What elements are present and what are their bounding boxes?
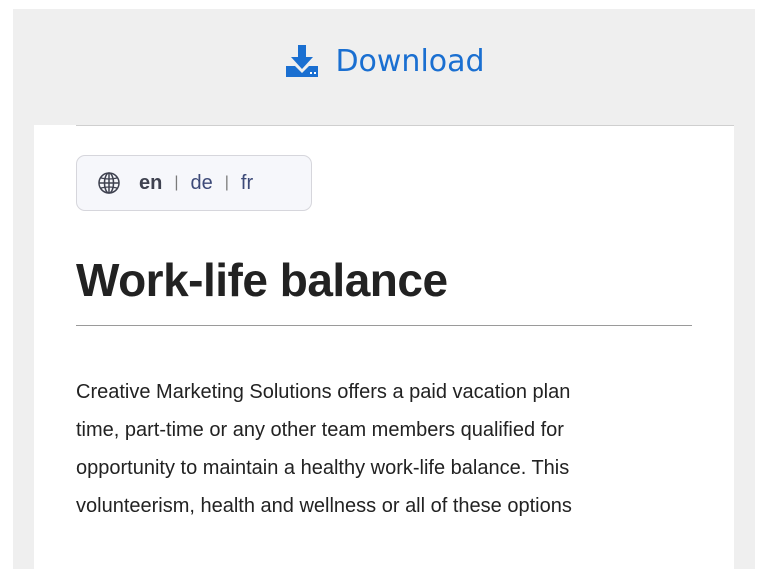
download-bar: Download	[13, 9, 755, 123]
title-divider	[76, 325, 692, 326]
download-icon	[286, 45, 319, 77]
article-body: Creative Marketing Solutions offers a pa…	[76, 373, 692, 525]
top-divider	[76, 125, 734, 126]
language-option-de[interactable]: de	[191, 172, 213, 195]
language-switcher: en | de | fr	[76, 155, 312, 211]
document-page: en | de | fr Work-life balance Creative …	[34, 125, 734, 569]
language-separator: |	[174, 174, 179, 191]
body-line: opportunity to maintain a healthy work-l…	[76, 457, 570, 479]
globe-icon	[98, 172, 120, 194]
language-option-en[interactable]: en	[139, 172, 162, 195]
body-line: Creative Marketing Solutions offers a pa…	[76, 381, 571, 403]
download-label: Download	[335, 43, 485, 79]
language-separator: |	[224, 174, 229, 191]
download-button[interactable]: Download	[283, 42, 485, 80]
body-line: volunteerism, health and wellness or all…	[76, 495, 572, 517]
body-line: time, part-time or any other team member…	[76, 419, 564, 441]
page-title: Work-life balance	[76, 254, 448, 306]
document-viewer-frame: Download en | de | fr Work-life balance …	[13, 9, 755, 569]
language-option-fr[interactable]: fr	[241, 172, 253, 195]
